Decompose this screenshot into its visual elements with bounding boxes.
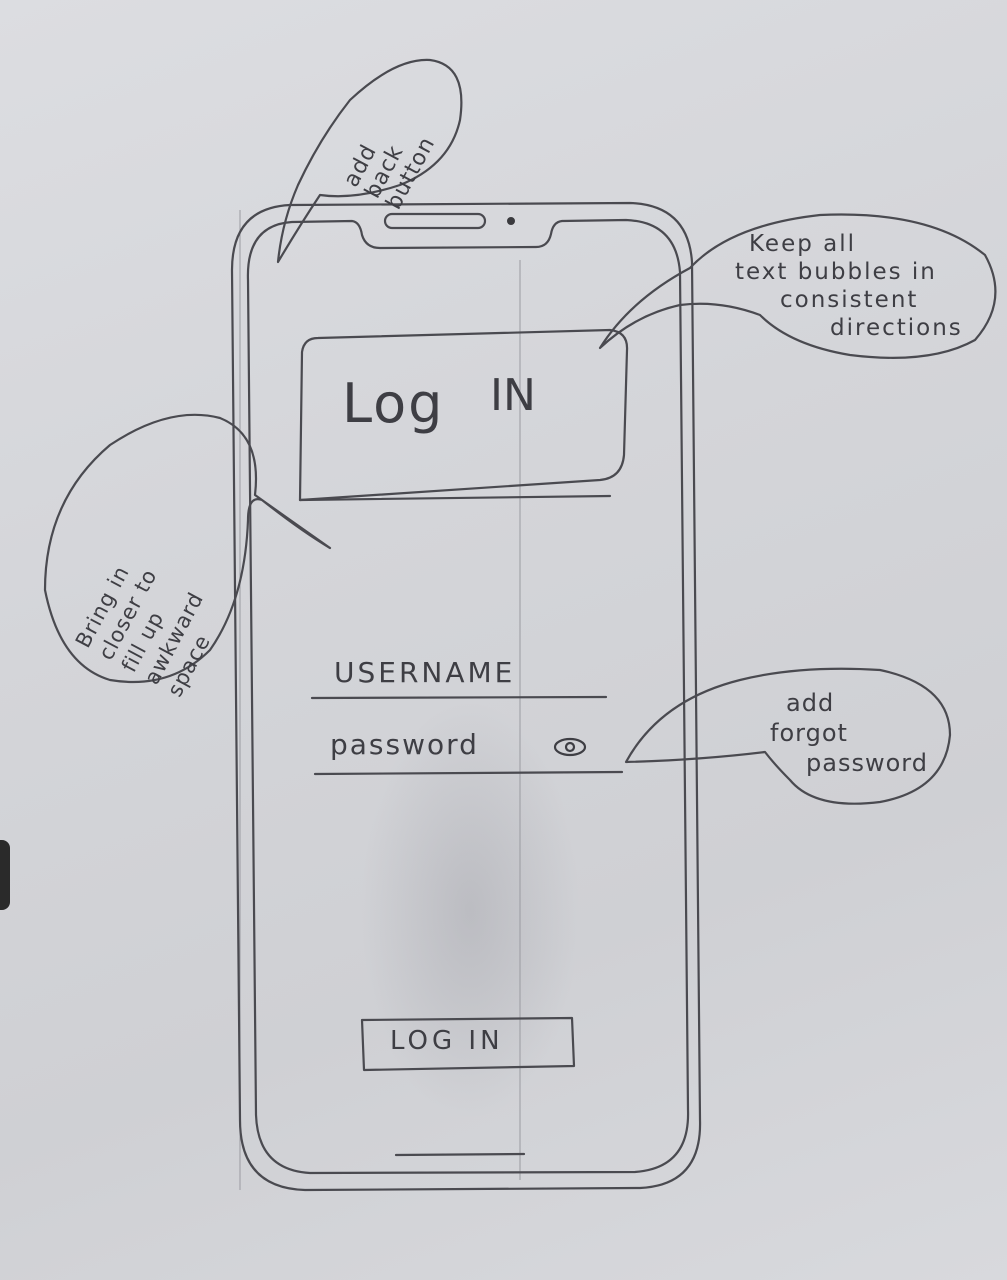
note-forgot-line-2: forgot <box>770 719 848 747</box>
password-underline <box>313 770 624 776</box>
login-button[interactable]: LOG IN <box>360 1018 572 1068</box>
eye-icon[interactable] <box>553 736 587 758</box>
note-forgot-line-1: add <box>786 689 835 717</box>
note-bubble-consistency: Keep all text bubbles in consistent dire… <box>735 230 963 342</box>
note-bubbles-line-2: text bubbles in <box>735 259 937 285</box>
note-forgot-line-3: password <box>806 749 928 777</box>
sketch-title-in: IN <box>490 370 536 421</box>
sketch-title-log: Log <box>342 372 445 435</box>
camera-dot <box>507 217 515 225</box>
note-bubbles-line-3: consistent <box>780 287 919 313</box>
note-bubbles-line-4: directions <box>830 315 963 341</box>
note-bubbles-line-1: Keep all <box>749 231 857 257</box>
speaker-slot <box>383 212 487 230</box>
note-forgot-password: add forgot password <box>770 688 928 778</box>
home-indicator <box>394 1152 526 1157</box>
login-button-label: LOG IN <box>390 1026 504 1056</box>
username-underline <box>310 695 608 700</box>
password-field[interactable]: password <box>330 728 479 761</box>
username-field[interactable]: USERNAME <box>334 656 515 689</box>
